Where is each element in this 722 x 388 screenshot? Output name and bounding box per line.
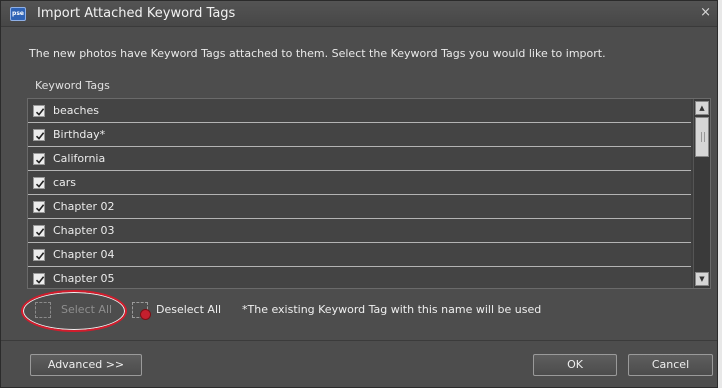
checkmark-icon [35,228,45,236]
keyword-tags-header: Keyword Tags [35,79,110,92]
list-item[interactable]: cars [28,171,691,195]
checkmark-icon [35,108,45,116]
deselect-badge-icon [140,309,151,320]
checkbox[interactable] [33,153,45,165]
keyword-tag-label: Birthday* [53,128,106,141]
keyword-tag-label: Chapter 03 [53,224,115,237]
list-item[interactable]: Chapter 04 [28,243,691,267]
checkbox[interactable] [33,177,45,189]
list-item[interactable]: Chapter 02 [28,195,691,219]
app-icon: pse [10,7,26,21]
advanced-button[interactable]: Advanced >> [30,354,142,376]
ok-button[interactable]: OK [533,354,617,376]
checkbox[interactable] [33,273,45,285]
scroll-down-button[interactable]: ▼ [695,272,709,286]
list-scrollbar[interactable]: ▲ ▼ [693,99,710,288]
checkbox[interactable] [33,105,45,117]
list-item[interactable]: Birthday* [28,123,691,147]
checkbox[interactable] [33,129,45,141]
checkbox[interactable] [33,225,45,237]
keyword-tags-list[interactable]: beaches Birthday* California cars Chapter 02… [27,98,711,289]
checkbox[interactable] [33,201,45,213]
import-keyword-tags-dialog: pse Import Attached Keyword Tags × The n… [0,0,718,388]
scroll-up-button[interactable]: ▲ [695,101,709,115]
list-item[interactable]: Chapter 05 [28,267,691,288]
cancel-button[interactable]: Cancel [628,354,713,376]
keyword-tag-label: Chapter 02 [53,200,115,213]
footer-divider [1,340,717,341]
keyword-tag-label: California [53,152,106,165]
title-bar: pse Import Attached Keyword Tags × [1,1,717,27]
keyword-tag-label: Chapter 05 [53,272,115,285]
checkmark-icon [35,180,45,188]
close-icon[interactable]: × [700,5,711,20]
deselect-all-label: Deselect All [156,303,222,316]
list-item[interactable]: California [28,147,691,171]
checkbox[interactable] [33,249,45,261]
list-item[interactable]: Chapter 03 [28,219,691,243]
keyword-tag-label: cars [53,176,77,189]
window-title: Import Attached Keyword Tags [37,6,236,21]
keyword-tag-label: Chapter 04 [53,248,115,261]
checkmark-icon [35,252,45,260]
checkmark-icon [35,204,45,212]
list-item[interactable]: beaches [28,99,691,123]
keyword-tag-label: beaches [53,104,100,117]
checkmark-icon [35,132,45,140]
keyword-tag-rows: beaches Birthday* California cars Chapter 02… [28,99,691,288]
scroll-thumb[interactable] [695,117,709,157]
checkmark-icon [35,276,45,284]
instruction-text: The new photos have Keyword Tags attache… [29,47,606,60]
existing-tag-note: *The existing Keyword Tag with this name… [242,303,542,316]
highlight-ring [21,290,127,332]
checkmark-icon [35,156,45,164]
